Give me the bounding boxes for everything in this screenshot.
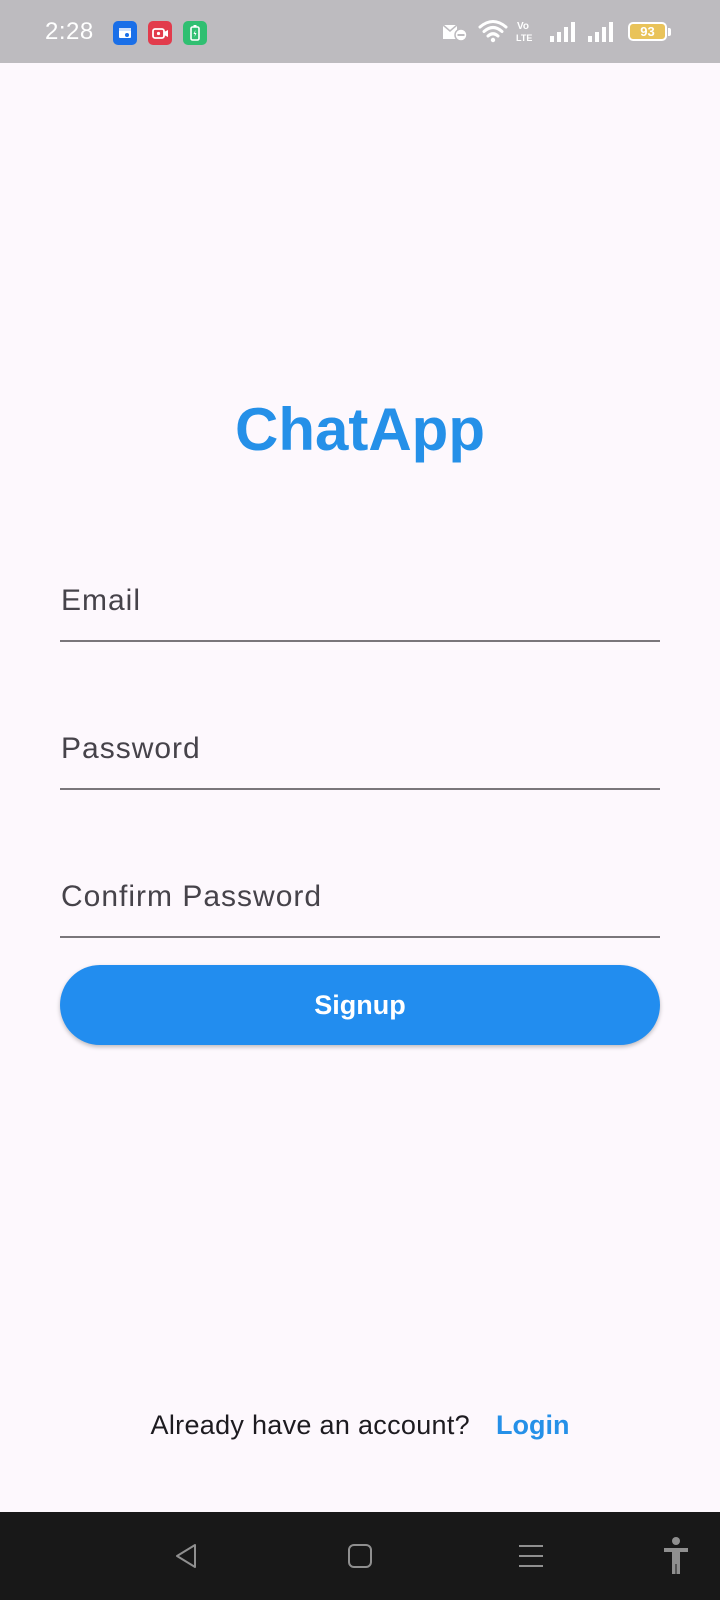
battery-level: 93 xyxy=(640,24,655,39)
svg-text:Vo: Vo xyxy=(517,21,529,32)
accessibility-icon[interactable] xyxy=(652,1532,700,1580)
back-icon[interactable] xyxy=(162,1532,210,1580)
email-field-container xyxy=(60,542,660,642)
volte-icon: Vo LTE xyxy=(515,19,541,50)
svg-text:LTE: LTE xyxy=(516,33,532,43)
email-field[interactable] xyxy=(60,542,660,642)
password-field-container xyxy=(60,690,660,790)
battery-saver-icon xyxy=(183,21,207,45)
signal-icon xyxy=(548,20,578,49)
status-time: 2:28 xyxy=(45,18,94,45)
app-title: ChatApp xyxy=(235,396,485,463)
do-not-disturb-icon xyxy=(441,20,469,49)
signup-button[interactable]: Signup xyxy=(60,965,660,1045)
status-bar: 2:28 Vo LTE 93 xyxy=(0,0,720,63)
wifi-icon xyxy=(478,18,508,49)
confirm-password-field-container xyxy=(60,838,660,938)
recents-icon[interactable] xyxy=(507,1532,555,1580)
home-icon[interactable] xyxy=(336,1532,384,1580)
navigation-bar xyxy=(0,1512,720,1600)
password-field[interactable] xyxy=(60,690,660,790)
login-prompt-row: Already have an account? Login xyxy=(0,1405,720,1445)
battery-tip xyxy=(668,28,671,36)
confirm-password-field[interactable] xyxy=(60,838,660,938)
login-prompt-text: Already have an account? xyxy=(150,1410,470,1440)
battery-icon: 93 xyxy=(628,22,667,41)
signal-icon xyxy=(586,20,616,49)
calendar-app-icon xyxy=(113,21,137,45)
login-link[interactable]: Login xyxy=(496,1410,569,1440)
screen-recorder-icon xyxy=(148,21,172,45)
